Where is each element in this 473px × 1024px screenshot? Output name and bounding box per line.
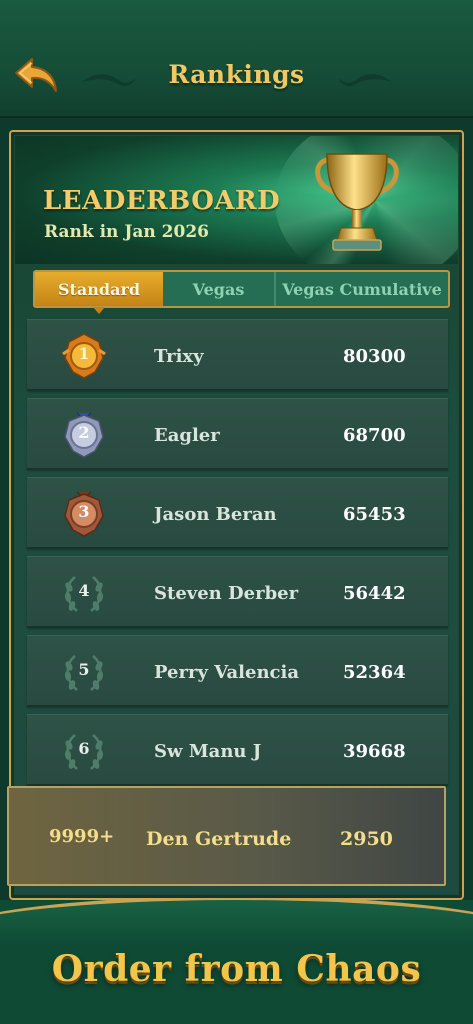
trophy-icon [315, 153, 399, 251]
player-score: 56442 [343, 583, 406, 604]
leaderboard-panel: LEADERBOARD Rank in Jan 2026 Standard Ve… [9, 130, 464, 900]
ranking-row[interactable]: 6 Sw Manu J 39668 [27, 714, 448, 786]
player-score: 80300 [343, 346, 406, 367]
rank-number: 1 [78, 344, 90, 363]
player-name: Sw Manu J [154, 741, 262, 762]
ranking-row[interactable]: 3 Jason Beran 65453 [27, 477, 448, 549]
my-player-score: 2950 [340, 828, 393, 850]
leaderboard-subtitle: Rank in Jan 2026 [44, 222, 209, 242]
ranking-tabs: Standard Vegas Vegas Cumulative [33, 270, 450, 314]
player-score: 68700 [343, 425, 406, 446]
ranking-row[interactable]: 4 Steven Derber 56442 [27, 556, 448, 628]
ranking-row[interactable]: 5 Perry Valencia 52364 [27, 635, 448, 707]
rank-number: 2 [78, 423, 90, 442]
my-rank-row[interactable]: 9999+ Den Gertrude 2950 [7, 786, 446, 886]
player-score: 52364 [343, 662, 406, 683]
rank-number: 6 [78, 739, 90, 758]
footer-banner: Order from Chaos [0, 900, 473, 1024]
footer-tagline: Order from Chaos [51, 948, 422, 990]
player-name: Jason Beran [154, 504, 277, 525]
player-name: Eagler [154, 425, 220, 446]
ornament-right-icon [338, 74, 392, 86]
player-name: Steven Derber [154, 583, 299, 604]
tab-vegas[interactable]: Vegas [163, 272, 276, 306]
player-name: Trixy [154, 346, 204, 367]
player-name: Perry Valencia [154, 662, 300, 683]
player-score: 39668 [343, 741, 406, 762]
rank-number: 3 [78, 502, 90, 521]
leaderboard-title: LEADERBOARD [43, 186, 281, 216]
rank-number: 4 [78, 581, 90, 600]
ranking-list: 1 Trixy 80300 2 Eagler 68700 3 Jason Ber… [27, 319, 448, 793]
panel-body: LEADERBOARD Rank in Jan 2026 Standard Ve… [15, 136, 458, 894]
ranking-row[interactable]: 1 Trixy 80300 [27, 319, 448, 391]
ranking-row[interactable]: 2 Eagler 68700 [27, 398, 448, 470]
top-bar: Rankings [0, 0, 473, 118]
leaderboard-banner: LEADERBOARD Rank in Jan 2026 [15, 136, 458, 264]
player-score: 65453 [343, 504, 406, 525]
tab-standard[interactable]: Standard [35, 272, 163, 314]
tab-vegas-cumulative[interactable]: Vegas Cumulative [276, 272, 448, 306]
page-title: Rankings [168, 60, 305, 89]
my-rank-number: 9999+ [49, 826, 115, 847]
my-player-name: Den Gertrude [146, 828, 292, 850]
rank-number: 5 [78, 660, 90, 679]
